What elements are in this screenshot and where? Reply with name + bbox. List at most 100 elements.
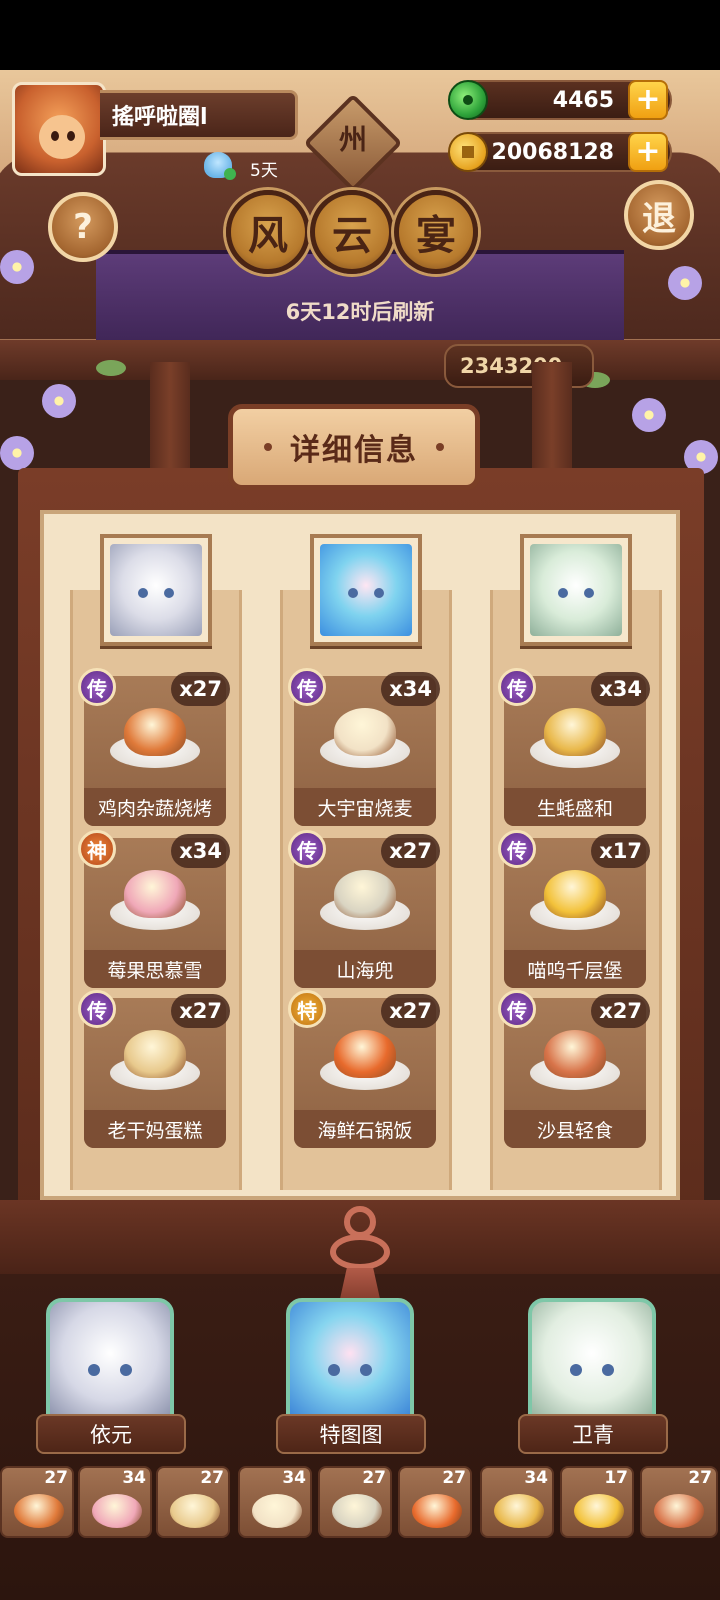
dish-count: x27 bbox=[171, 672, 230, 706]
rarity-badge: 传 bbox=[498, 990, 536, 1028]
dish-count: x27 bbox=[381, 834, 440, 868]
dish-thumbnail bbox=[332, 1494, 382, 1528]
rarity-badge: 传 bbox=[498, 668, 536, 706]
dish-name: 喵呜千层堡 bbox=[504, 950, 646, 988]
dish-image bbox=[522, 1018, 628, 1098]
dish-strip-count: 27 bbox=[44, 1468, 68, 1488]
leaf-decoration bbox=[96, 360, 126, 376]
rarity-badge: 神 bbox=[78, 830, 116, 868]
dish-thumbnail bbox=[14, 1494, 64, 1528]
dish-thumbnail bbox=[654, 1494, 704, 1528]
streak-days: 5天 bbox=[250, 156, 278, 181]
dish-strip-item[interactable]: 34 bbox=[238, 1466, 312, 1538]
jade-icon bbox=[448, 80, 488, 120]
title-char-1: 风 bbox=[226, 190, 310, 274]
dish-strip-item[interactable]: 34 bbox=[78, 1466, 152, 1538]
exit-button[interactable]: 退 bbox=[624, 180, 694, 250]
streak-icon bbox=[204, 152, 232, 178]
dish-strip-count: 27 bbox=[688, 1468, 712, 1488]
rarity-badge: 传 bbox=[78, 990, 116, 1028]
dish-card[interactable]: 传 x27 老干妈蛋糕 bbox=[84, 998, 226, 1148]
add-coins-button[interactable]: + bbox=[628, 132, 668, 172]
dish-strip-item[interactable]: 27 bbox=[156, 1466, 230, 1538]
rarity-badge: 传 bbox=[498, 830, 536, 868]
dish-strip-item[interactable]: 17 bbox=[560, 1466, 634, 1538]
chinese-knot-decoration bbox=[318, 1206, 402, 1310]
dish-thumbnail bbox=[252, 1494, 302, 1528]
flower-decoration bbox=[0, 436, 34, 470]
dish-card[interactable]: 特 x27 海鲜石锅饭 bbox=[294, 998, 436, 1148]
coin-icon bbox=[448, 132, 488, 172]
dish-thumbnail bbox=[412, 1494, 462, 1528]
player-name: 搖呼啦圈l bbox=[100, 90, 298, 140]
dish-image bbox=[312, 696, 418, 776]
info-header: 详细信息 bbox=[228, 404, 480, 490]
dish-count: x27 bbox=[381, 994, 440, 1028]
info-header-title: 详细信息 bbox=[290, 425, 418, 469]
dish-count: x34 bbox=[381, 672, 440, 706]
dish-count: x34 bbox=[171, 834, 230, 868]
rarity-badge: 传 bbox=[288, 830, 326, 868]
dish-card[interactable]: 传 x27 山海兜 bbox=[294, 838, 436, 988]
flower-decoration bbox=[632, 398, 666, 432]
dish-count: x34 bbox=[591, 672, 650, 706]
character-card-2[interactable] bbox=[286, 1298, 414, 1420]
dish-card[interactable]: 传 x27 沙县轻食 bbox=[504, 998, 646, 1148]
dish-image bbox=[102, 696, 208, 776]
dish-image bbox=[522, 858, 628, 938]
dish-name: 生蚝盛和 bbox=[504, 788, 646, 826]
dish-card[interactable]: 传 x34 大宇宙烧麦 bbox=[294, 676, 436, 826]
dish-image bbox=[522, 696, 628, 776]
refresh-timer: 6天12时后刷新 bbox=[0, 296, 720, 326]
character-card-1[interactable] bbox=[46, 1298, 174, 1420]
status-bar-area bbox=[0, 0, 720, 70]
flower-decoration bbox=[42, 384, 76, 418]
region-sign-text: 州 bbox=[318, 118, 388, 158]
player-avatar[interactable] bbox=[12, 82, 106, 176]
dish-strip-item[interactable]: 27 bbox=[0, 1466, 74, 1538]
chef-portrait-3[interactable] bbox=[520, 534, 632, 646]
title-char-3: 宴 bbox=[394, 190, 478, 274]
character-card-3[interactable] bbox=[528, 1298, 656, 1420]
character-name-2: 特图图 bbox=[276, 1414, 426, 1454]
dish-strip-item[interactable]: 27 bbox=[318, 1466, 392, 1538]
dish-name: 沙县轻食 bbox=[504, 1110, 646, 1148]
title-char-2: 云 bbox=[310, 190, 394, 274]
rarity-badge: 传 bbox=[288, 668, 326, 706]
dish-name: 鸡肉杂蔬烧烤 bbox=[84, 788, 226, 826]
dish-card[interactable]: 传 x34 生蚝盛和 bbox=[504, 676, 646, 826]
dish-image bbox=[312, 858, 418, 938]
rarity-badge: 特 bbox=[288, 990, 326, 1028]
dish-strip-count: 17 bbox=[604, 1468, 628, 1488]
dish-card[interactable]: 神 x34 莓果思慕雪 bbox=[84, 838, 226, 988]
dish-image bbox=[102, 1018, 208, 1098]
flower-decoration bbox=[668, 266, 702, 300]
add-jade-button[interactable]: + bbox=[628, 80, 668, 120]
dish-strip-count: 27 bbox=[362, 1468, 386, 1488]
help-button[interactable]: ? bbox=[48, 192, 118, 262]
dish-name: 大宇宙烧麦 bbox=[294, 788, 436, 826]
dish-name: 山海兜 bbox=[294, 950, 436, 988]
dish-strip-item[interactable]: 27 bbox=[640, 1466, 718, 1538]
dish-thumbnail bbox=[92, 1494, 142, 1528]
dish-strip-count: 27 bbox=[442, 1468, 466, 1488]
flower-decoration bbox=[0, 250, 34, 284]
dish-thumbnail bbox=[170, 1494, 220, 1528]
chef-portrait-1[interactable] bbox=[100, 534, 212, 646]
dish-name: 老干妈蛋糕 bbox=[84, 1110, 226, 1148]
dish-strip-count: 27 bbox=[200, 1468, 224, 1488]
dish-count: x17 bbox=[591, 834, 650, 868]
dish-count: x27 bbox=[591, 994, 650, 1028]
dish-name: 莓果思慕雪 bbox=[84, 950, 226, 988]
dish-strip-item[interactable]: 34 bbox=[480, 1466, 554, 1538]
dish-image bbox=[312, 1018, 418, 1098]
dish-strip-count: 34 bbox=[282, 1468, 306, 1488]
dish-strip-item[interactable]: 27 bbox=[398, 1466, 472, 1538]
chef-portrait-2[interactable] bbox=[310, 534, 422, 646]
dish-card[interactable]: 传 x17 喵呜千层堡 bbox=[504, 838, 646, 988]
dish-card[interactable]: 传 x27 鸡肉杂蔬烧烤 bbox=[84, 676, 226, 826]
header-dot bbox=[436, 443, 444, 451]
dish-thumbnail bbox=[494, 1494, 544, 1528]
character-name-3: 卫青 bbox=[518, 1414, 668, 1454]
character-name-1: 依元 bbox=[36, 1414, 186, 1454]
